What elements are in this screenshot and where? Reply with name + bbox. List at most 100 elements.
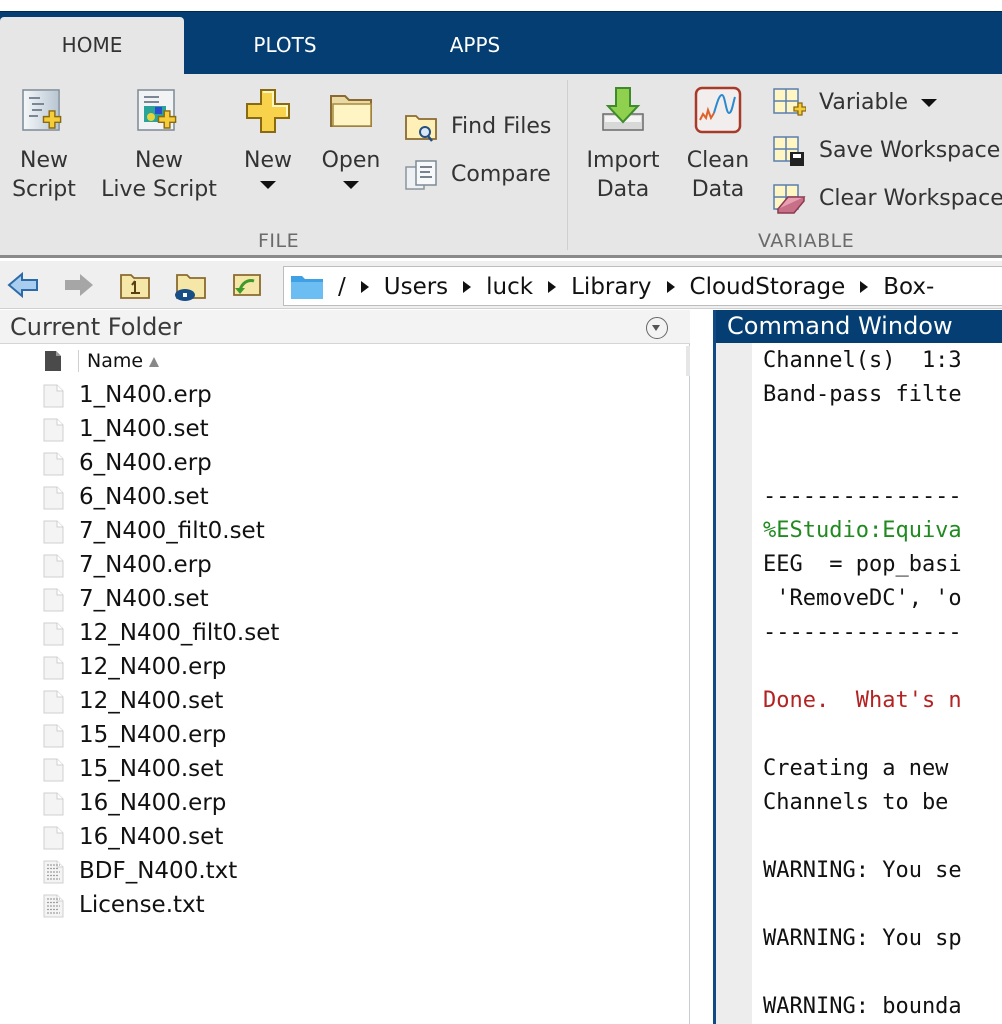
- file-name: 7_N400_filt0.set: [79, 518, 265, 544]
- new-script-icon: [22, 89, 62, 131]
- path-separator-icon: [548, 280, 557, 293]
- compare-button[interactable]: Compare: [404, 158, 551, 192]
- browse-folder-icon[interactable]: [174, 269, 208, 301]
- open-dropdown-button[interactable]: Open: [316, 86, 386, 189]
- file-icon: [43, 588, 64, 612]
- file-list-item[interactable]: 6_N400.erp: [0, 446, 688, 480]
- save-workspace-button[interactable]: Save Workspace: [772, 134, 1000, 168]
- import-data-label-1: Import: [586, 148, 660, 173]
- new-script-button[interactable]: New Script: [8, 86, 80, 204]
- file-icon: [43, 826, 64, 850]
- file-list-item[interactable]: BDF_N400.txt: [0, 854, 688, 888]
- command-output[interactable]: Channel(s) 1:3 Band-pass filte -----------…: [763, 344, 1002, 1024]
- command-output-line: Channel(s) 1:3: [763, 348, 962, 373]
- find-files-label: Find Files: [451, 114, 552, 139]
- path-field[interactable]: / Users luck Library CloudStorage Box-: [283, 266, 1002, 306]
- command-output-line: EEG = pop_basi: [763, 552, 962, 577]
- command-output-line: 'RemoveDC', 'o: [763, 586, 962, 611]
- command-output-line: Creating a new: [763, 756, 962, 781]
- new-dropdown-button[interactable]: New: [238, 86, 298, 189]
- clean-data-label-2: Data: [691, 177, 745, 202]
- file-name: 6_N400.set: [79, 484, 209, 510]
- up-folder-icon[interactable]: [118, 269, 152, 301]
- file-list-item[interactable]: 12_N400.erp: [0, 650, 688, 684]
- find-files-icon: [405, 115, 437, 142]
- path-separator-icon: [860, 280, 869, 293]
- file-name: 12_N400_filt0.set: [79, 620, 280, 646]
- tab-plots[interactable]: PLOTS: [200, 17, 370, 75]
- path-separator-icon: [360, 280, 369, 293]
- file-list-item[interactable]: 7_N400.set: [0, 582, 688, 616]
- file-list-item[interactable]: 16_N400.set: [0, 820, 688, 854]
- file-name: 1_N400.erp: [79, 382, 212, 408]
- command-output-line: [763, 888, 1002, 922]
- breadcrumb-luck[interactable]: luck: [486, 268, 533, 306]
- name-column-label[interactable]: Name: [87, 348, 160, 374]
- file-name: 15_N400.set: [79, 756, 224, 782]
- file-list-item[interactable]: 6_N400.set: [0, 480, 688, 514]
- command-window-title: Command Window: [727, 312, 953, 340]
- path-separator-icon: [463, 280, 472, 293]
- find-files-button[interactable]: Find Files: [404, 110, 551, 144]
- new-live-script-button[interactable]: New Live Script: [98, 86, 220, 204]
- command-output-line: %EStudio:Equiva: [763, 518, 962, 543]
- current-folder-title: Current Folder: [10, 313, 182, 341]
- command-output-line: [763, 650, 1002, 684]
- file-list-item[interactable]: 12_N400.set: [0, 684, 688, 718]
- breadcrumb-box[interactable]: Box-: [883, 268, 934, 306]
- file-name: 16_N400.set: [79, 824, 224, 850]
- toolstrip-tab-bar: HOME PLOTS APPS: [0, 11, 1002, 75]
- command-window-title-bar: Command Window: [716, 310, 1002, 343]
- file-list-item[interactable]: 1_N400.set: [0, 412, 688, 446]
- folder-icon: [290, 273, 324, 301]
- breadcrumb-users[interactable]: Users: [384, 268, 448, 306]
- file-list-item[interactable]: 1_N400.erp: [0, 378, 688, 412]
- file-icon: [43, 758, 64, 782]
- breadcrumb-cloudstorage[interactable]: CloudStorage: [690, 268, 846, 306]
- new-live-script-icon: [137, 89, 177, 131]
- current-folder-title-bar: Current Folder: [0, 310, 690, 344]
- file-name: 1_N400.set: [79, 416, 209, 442]
- file-name: License.txt: [79, 892, 205, 918]
- command-output-line: [763, 412, 1002, 446]
- import-data-button[interactable]: Import Data: [580, 86, 666, 204]
- name-column-header[interactable]: Name: [0, 346, 690, 376]
- compare-icon: [405, 160, 437, 190]
- clean-data-label-1: Clean: [686, 148, 750, 173]
- clean-data-button[interactable]: Clean Data: [680, 86, 756, 204]
- refresh-folder-icon[interactable]: [230, 269, 264, 301]
- file-icon: [43, 452, 64, 476]
- home-ribbon: New Script New Live Script New Open Find…: [0, 74, 1002, 258]
- breadcrumb-library[interactable]: Library: [571, 268, 651, 306]
- new-variable-button[interactable]: Variable: [772, 86, 938, 120]
- file-list-item[interactable]: 16_N400.erp: [0, 786, 688, 820]
- file-list-item[interactable]: 7_N400_filt0.set: [0, 514, 688, 548]
- file-list-item[interactable]: 7_N400.erp: [0, 548, 688, 582]
- command-output-line: [763, 956, 1002, 990]
- file-list-item[interactable]: 12_N400_filt0.set: [0, 616, 688, 650]
- path-root[interactable]: /: [338, 268, 346, 306]
- command-window-panel: Command Window Channel(s) 1:3 Band-pass f…: [713, 310, 1002, 1024]
- pane-splitter[interactable]: [691, 310, 713, 1024]
- file-list-item[interactable]: 15_N400.erp: [0, 718, 688, 752]
- file-icon: [43, 554, 64, 578]
- file-name: 7_N400.set: [79, 586, 209, 612]
- file-list-item[interactable]: License.txt: [0, 888, 688, 922]
- file-name: 12_N400.set: [79, 688, 224, 714]
- new-variable-icon: [773, 88, 806, 116]
- tab-apps[interactable]: APPS: [400, 17, 550, 75]
- address-bar: / Users luck Library CloudStorage Box-: [0, 261, 1002, 309]
- new-label: New: [244, 148, 292, 173]
- panel-actions-menu-icon[interactable]: [646, 317, 668, 339]
- clear-workspace-button[interactable]: Clear Workspace: [772, 182, 1002, 216]
- tab-home[interactable]: HOME: [0, 17, 184, 75]
- file-section-label: FILE: [258, 230, 300, 252]
- file-list-item[interactable]: 15_N400.set: [0, 752, 688, 786]
- back-arrow-icon[interactable]: [6, 269, 40, 301]
- new-live-script-label-1: New: [135, 148, 183, 173]
- new-script-label-1: New: [20, 148, 68, 173]
- file-icon: [43, 622, 64, 646]
- forward-arrow-icon[interactable]: [62, 269, 96, 301]
- folder-icon: [330, 95, 372, 127]
- file-icon: [43, 384, 64, 408]
